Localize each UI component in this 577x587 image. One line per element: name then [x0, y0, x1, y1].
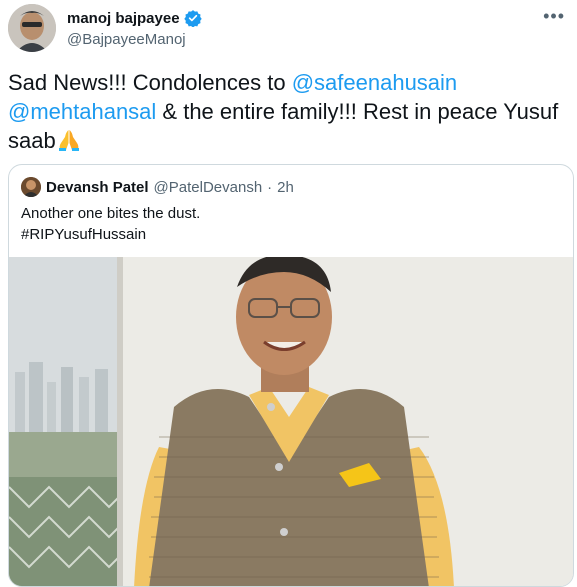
mention-link[interactable]: @mehtahansal [8, 99, 156, 124]
quoted-timestamp[interactable]: 2h [277, 179, 294, 196]
tweet-card[interactable]: manoj bajpayee @BajpayeeManoj ••• Sad Ne… [0, 0, 577, 587]
quoted-photo[interactable] [9, 257, 573, 586]
tweet-text: Sad News!!! Condolences to @safeenahusai… [8, 68, 568, 155]
quoted-author-name[interactable]: Devansh Patel [46, 179, 149, 196]
quoted-text-line: Another one bites the dust. [21, 205, 201, 222]
quoted-author-avatar[interactable] [21, 177, 41, 197]
author-name[interactable]: manoj bajpayee [67, 10, 180, 27]
folded-hands-icon [56, 129, 82, 151]
quoted-tweet-text: Another one bites the dust. #RIPYusufHus… [21, 203, 200, 245]
author-handle[interactable]: @BajpayeeManoj [67, 31, 186, 48]
mention-link[interactable]: @safeenahusain [292, 70, 457, 95]
tweet-text-part: Sad News!!! Condolences to [8, 70, 292, 95]
quoted-author-handle[interactable]: @PatelDevansh [154, 179, 263, 196]
separator-dot: · [267, 178, 273, 196]
author-avatar[interactable] [8, 4, 56, 52]
quoted-tweet[interactable]: Devansh Patel @PatelDevansh · 2h Another… [8, 164, 574, 587]
quoted-hashtag[interactable]: #RIPYusufHussain [21, 224, 200, 245]
verified-badge-icon [183, 9, 202, 28]
more-options-icon[interactable]: ••• [543, 6, 565, 27]
